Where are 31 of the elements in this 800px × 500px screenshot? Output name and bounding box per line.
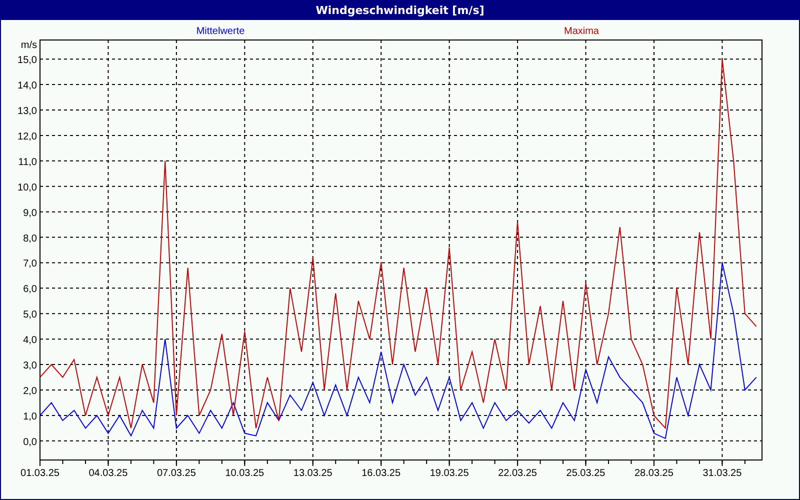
x-tick-label: 25.03.25 xyxy=(566,468,606,479)
x-tick-label: 01.03.25 xyxy=(20,468,60,479)
y-tick-label: 2,0 xyxy=(23,386,37,397)
y-tick-label: 9,0 xyxy=(23,208,37,219)
x-tick-label: 10.03.25 xyxy=(225,468,264,479)
y-tick-label: 4,0 xyxy=(23,335,37,346)
y-tick-label: 7,0 xyxy=(23,258,37,270)
y-tick-label: 1,0 xyxy=(23,411,37,422)
x-tick-label: 07.03.25 xyxy=(156,468,196,479)
x-tick-label: 28.03.25 xyxy=(634,468,674,479)
x-tick-label: 31.03.25 xyxy=(702,468,742,479)
x-tick-label: 04.03.25 xyxy=(88,468,128,479)
y-tick-label: 11,0 xyxy=(18,156,37,168)
y-tick-label: 13,0 xyxy=(18,106,37,117)
y-tick-label: 10,0 xyxy=(18,182,37,194)
y-tick-label: 8,0 xyxy=(23,233,37,244)
window-title: Windgeschwindigkeit [m/s] xyxy=(1,1,799,20)
y-axis-unit: m/s xyxy=(20,40,37,51)
y-tick-label: 12,0 xyxy=(18,131,37,142)
x-tick-label: 13.03.25 xyxy=(293,468,332,479)
legend-label: Mittelwerte xyxy=(196,26,245,37)
x-tick-label: 22.03.25 xyxy=(498,468,537,479)
y-tick-label: 6,0 xyxy=(23,284,37,296)
y-tick-label: 5,0 xyxy=(23,310,37,321)
y-tick-label: 14,0 xyxy=(18,80,37,92)
x-tick-label: 19.03.25 xyxy=(430,468,469,479)
y-tick-label: 0,0 xyxy=(23,436,37,448)
y-tick-label: 15,0 xyxy=(18,55,37,66)
x-tick-label: 16.03.25 xyxy=(362,468,401,479)
legend-label: Maxima xyxy=(564,26,599,37)
y-tick-label: 3,0 xyxy=(23,360,37,372)
